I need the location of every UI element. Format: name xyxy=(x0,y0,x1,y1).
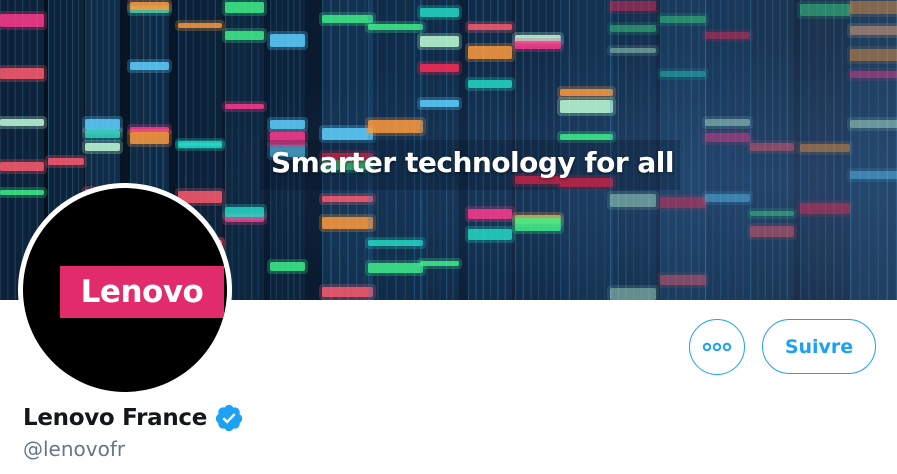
profile-name: Lenovo France xyxy=(23,405,208,431)
profile-avatar[interactable]: Lenovo xyxy=(18,183,232,397)
profile-name-row: Lenovo France xyxy=(23,401,244,435)
avatar-image: Lenovo xyxy=(23,188,227,392)
more-horizontal-icon xyxy=(702,342,732,352)
lenovo-logo: Lenovo xyxy=(60,266,224,318)
banner-tagline: Smarter technology for all xyxy=(271,146,675,179)
profile-handle: @lenovofr xyxy=(23,437,126,461)
profile-page: Smarter technology for all Lenovo Suivre… xyxy=(0,0,897,474)
more-options-button[interactable] xyxy=(689,319,745,375)
follow-button[interactable]: Suivre xyxy=(762,319,876,374)
lenovo-logo-text: Lenovo xyxy=(80,274,204,310)
verified-badge-icon xyxy=(215,404,243,432)
